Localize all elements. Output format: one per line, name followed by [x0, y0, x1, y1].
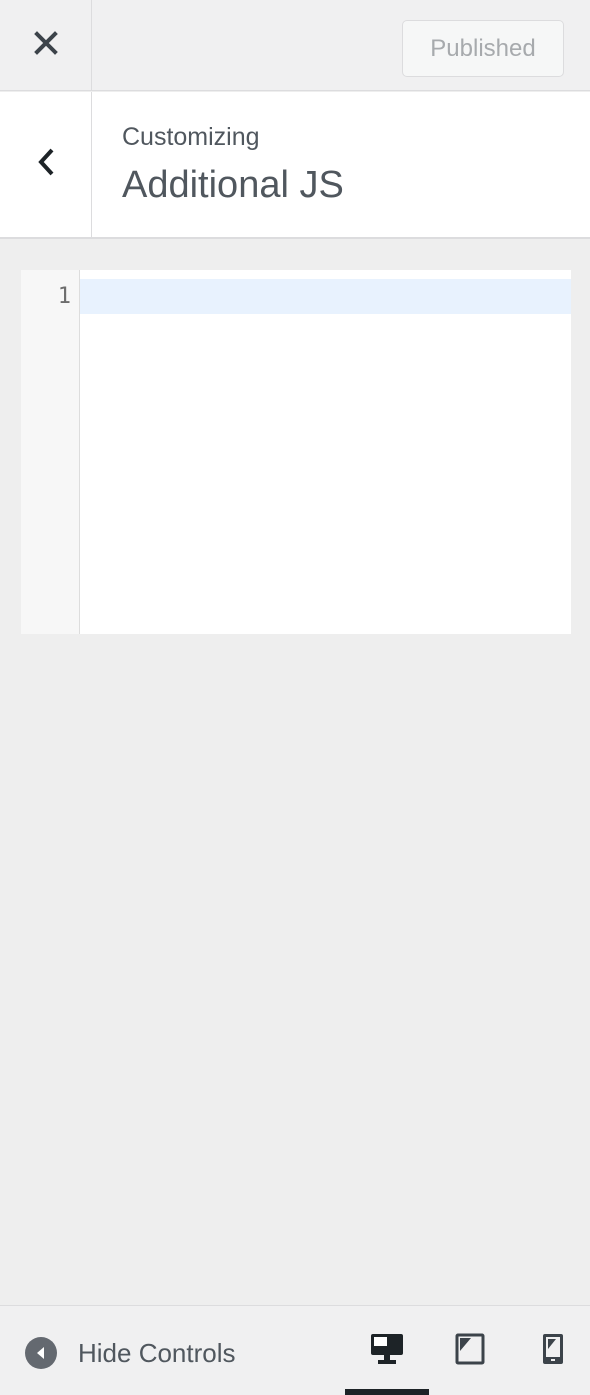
close-button[interactable] — [0, 0, 92, 90]
chevron-left-icon — [35, 146, 57, 183]
customizer-header: Published — [0, 0, 590, 91]
section-title: Additional JS — [122, 164, 344, 206]
tablet-icon — [455, 1333, 485, 1370]
hide-controls-label: Hide Controls — [78, 1337, 236, 1368]
preview-desktop-button[interactable] — [345, 1306, 429, 1395]
publish-button[interactable]: Published — [402, 20, 564, 77]
customizer-footer: Hide Controls — [0, 1305, 590, 1395]
section-subtitle: Customizing — [122, 123, 260, 151]
section-header: Customizing Additional JS — [0, 92, 590, 239]
section-titles: Customizing Additional JS — [122, 122, 344, 208]
mobile-icon — [542, 1333, 564, 1370]
active-line-highlight — [80, 279, 571, 314]
line-number: 1 — [57, 284, 71, 309]
back-button[interactable] — [0, 92, 92, 237]
preview-tablet-button[interactable] — [428, 1306, 512, 1395]
line-number-gutter: 1 — [21, 270, 80, 634]
code-input-area[interactable] — [80, 270, 571, 634]
preview-mobile-button[interactable] — [511, 1306, 590, 1395]
desktop-icon — [370, 1333, 404, 1370]
code-editor[interactable]: 1 — [21, 270, 571, 634]
hide-controls-button[interactable]: Hide Controls — [25, 1337, 236, 1369]
collapse-arrow-icon — [25, 1337, 57, 1369]
close-icon — [33, 30, 58, 60]
